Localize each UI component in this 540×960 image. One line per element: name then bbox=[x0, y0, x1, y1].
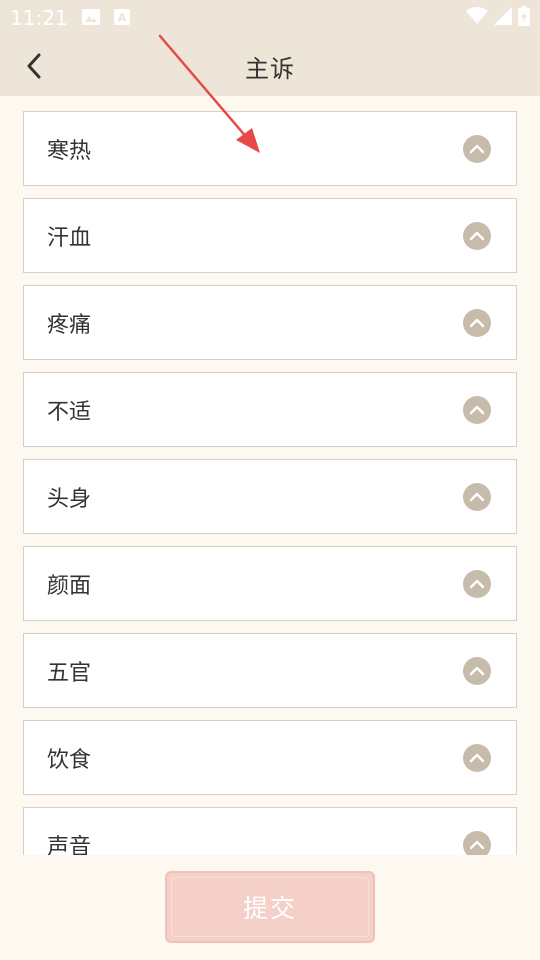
category-item-voice[interactable]: 声音 bbox=[23, 807, 517, 855]
app-header: 主诉 bbox=[0, 36, 540, 96]
status-time: 11:21 bbox=[10, 6, 68, 30]
chevron-left-icon bbox=[27, 53, 41, 79]
category-item-pain[interactable]: 疼痛 bbox=[23, 285, 517, 360]
category-item-diet[interactable]: 饮食 bbox=[23, 720, 517, 795]
chevron-up-circle-icon[interactable] bbox=[463, 482, 491, 511]
chevron-up-circle-icon[interactable] bbox=[463, 308, 491, 337]
category-label: 寒热 bbox=[47, 138, 92, 164]
category-label: 不适 bbox=[47, 399, 92, 425]
chevron-up-circle-icon[interactable] bbox=[463, 134, 491, 163]
image-icon bbox=[81, 6, 100, 30]
battery-charging-icon bbox=[518, 6, 530, 30]
wifi-icon bbox=[466, 7, 488, 29]
category-item-cold-heat[interactable]: 寒热 bbox=[23, 111, 517, 186]
page-title: 主诉 bbox=[245, 54, 295, 83]
category-list: 寒热 汗血 疼痛 不适 头身 颜面 五官 饮食 声音 bbox=[0, 96, 540, 855]
chevron-up-circle-icon[interactable] bbox=[463, 743, 491, 772]
svg-text:A: A bbox=[117, 12, 126, 25]
footer-bar: 提交 bbox=[0, 855, 540, 960]
chevron-up-circle-icon[interactable] bbox=[463, 395, 491, 424]
category-label: 汗血 bbox=[47, 225, 92, 251]
back-button[interactable] bbox=[18, 50, 50, 82]
chevron-up-circle-icon[interactable] bbox=[463, 656, 491, 685]
category-label: 声音 bbox=[47, 834, 92, 856]
status-left: 11:21 A bbox=[10, 6, 130, 30]
category-item-facial-features[interactable]: 五官 bbox=[23, 633, 517, 708]
category-label: 饮食 bbox=[47, 747, 92, 773]
chevron-up-circle-icon[interactable] bbox=[463, 830, 491, 855]
submit-label: 提交 bbox=[242, 894, 297, 923]
submit-button[interactable]: 提交 bbox=[165, 871, 375, 943]
category-label: 五官 bbox=[47, 660, 92, 686]
status-bar: 11:21 A bbox=[0, 0, 540, 36]
category-item-face[interactable]: 颜面 bbox=[23, 546, 517, 621]
category-item-head-body[interactable]: 头身 bbox=[23, 459, 517, 534]
cell-signal-icon bbox=[494, 7, 512, 29]
category-item-discomfort[interactable]: 不适 bbox=[23, 372, 517, 447]
chevron-up-circle-icon[interactable] bbox=[463, 569, 491, 598]
font-a-icon: A bbox=[113, 6, 130, 30]
category-label: 疼痛 bbox=[47, 312, 92, 338]
chevron-up-circle-icon[interactable] bbox=[463, 221, 491, 250]
category-label: 颜面 bbox=[47, 573, 92, 599]
category-label: 头身 bbox=[47, 486, 92, 512]
status-right bbox=[466, 6, 530, 30]
category-item-sweat-blood[interactable]: 汗血 bbox=[23, 198, 517, 273]
